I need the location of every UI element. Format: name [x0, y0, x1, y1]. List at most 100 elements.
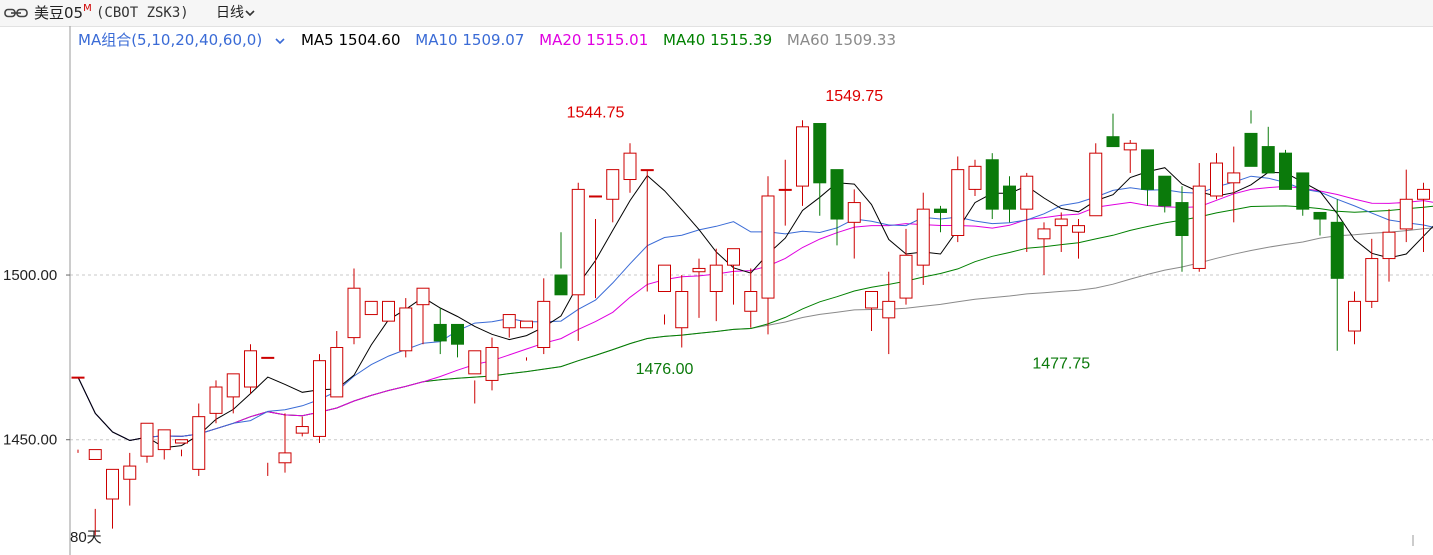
candle — [1365, 238, 1379, 308]
candle-body-up — [347, 287, 361, 339]
candle-body-up — [1123, 142, 1137, 151]
candle — [1279, 149, 1292, 190]
candle — [1348, 291, 1361, 345]
candle — [123, 452, 137, 506]
instrument-title: 美豆05M — [34, 0, 92, 26]
candle — [295, 416, 309, 437]
ma20-line — [77, 185, 1433, 442]
candle-body-up — [106, 468, 119, 500]
candle-body-up — [71, 376, 85, 379]
candle-body-up — [571, 188, 585, 296]
candle — [916, 192, 930, 285]
high-price-label: 1544.75 — [567, 105, 625, 122]
candle-body-up — [537, 300, 551, 348]
candle — [140, 422, 154, 463]
candle-body-down — [433, 323, 447, 342]
low-price-label: 1477.75 — [1032, 355, 1090, 372]
candle — [606, 169, 620, 223]
candle — [1089, 143, 1103, 217]
candle — [589, 195, 602, 299]
candle — [623, 143, 637, 193]
candle — [796, 120, 809, 206]
candle — [1123, 139, 1137, 173]
candle-body-up — [157, 429, 171, 451]
candle-body-down — [1003, 185, 1016, 210]
candle-body-down — [1244, 132, 1258, 167]
candle — [364, 300, 378, 316]
candle — [433, 307, 447, 355]
period-selector[interactable]: 日线 — [216, 0, 256, 26]
candle-body-down — [1106, 136, 1120, 148]
candle — [502, 314, 516, 338]
candle — [1003, 176, 1016, 223]
candle-body-up — [140, 422, 154, 457]
candle-body-up — [382, 300, 395, 322]
candle — [1106, 113, 1120, 148]
candle-body-down — [1313, 211, 1327, 220]
candle-body-up — [744, 291, 758, 312]
candle-body-down — [985, 159, 999, 210]
candle-body-up — [658, 264, 671, 292]
candle — [1382, 209, 1396, 282]
candle-body-up — [761, 195, 775, 299]
candle — [778, 159, 792, 226]
candle-body-up — [399, 307, 413, 352]
candle-body-up — [244, 350, 257, 388]
candle — [985, 153, 999, 220]
symbol-name: 美豆05 — [34, 4, 84, 22]
candle-body-up — [520, 320, 533, 329]
candle-body-up — [175, 439, 188, 444]
candle-body-up — [796, 126, 809, 187]
candle — [226, 373, 240, 414]
period-label: 日线 — [216, 5, 244, 21]
candle-body-up — [916, 208, 930, 266]
instrument-code: (CBOT ZSK3) — [96, 5, 189, 21]
candle-body-up — [226, 373, 240, 398]
candle — [1141, 149, 1154, 206]
y-tick-label: 1450.00 — [3, 432, 57, 449]
candle-body-up — [882, 300, 896, 319]
candle — [1020, 172, 1034, 252]
candles — [71, 110, 1430, 536]
candle — [537, 278, 551, 355]
candlestick-chart[interactable]: 1450.001500.0080天 1544.751549.751476.00 1… — [0, 26, 1433, 555]
period-count-label: 80天 — [70, 529, 102, 546]
candle-body-up — [295, 426, 309, 434]
candle-body-down — [1296, 172, 1310, 210]
candle — [1192, 163, 1206, 272]
candle — [244, 344, 257, 394]
candle — [761, 176, 775, 335]
candle-body-up — [1382, 231, 1396, 260]
candle-body-up — [847, 202, 861, 223]
candle-body-down — [451, 323, 464, 345]
candle-body-up — [1072, 225, 1085, 233]
candle-body-up — [330, 346, 344, 398]
link-icon[interactable] — [4, 7, 28, 19]
candle-body-up — [313, 360, 326, 437]
candle — [175, 439, 188, 457]
ma60-line — [77, 227, 1433, 442]
candle — [951, 156, 965, 243]
candle-body-up — [1054, 218, 1068, 227]
candle — [192, 403, 206, 476]
candle-body-up — [1210, 162, 1223, 197]
chart-header-bar: 美豆05M (CBOT ZSK3) 日线 — [0, 0, 1433, 27]
candle — [416, 287, 430, 345]
chevron-down-icon — [245, 10, 255, 17]
candle — [1072, 219, 1085, 259]
candle-body-down — [1261, 146, 1275, 174]
candle-body-up — [1348, 300, 1361, 332]
candle — [658, 264, 671, 325]
candle-body-up — [209, 386, 223, 414]
candle-body-down — [1330, 221, 1344, 279]
candle — [847, 189, 861, 259]
candle-body-up — [502, 314, 516, 329]
candle — [88, 449, 102, 536]
candle — [1210, 153, 1223, 200]
candle-body-up — [709, 264, 723, 292]
candle-body-up — [1417, 188, 1430, 200]
candle-body-up — [1037, 228, 1051, 240]
candle-body-up — [364, 300, 378, 316]
candle — [1244, 110, 1258, 167]
candle — [727, 248, 740, 305]
